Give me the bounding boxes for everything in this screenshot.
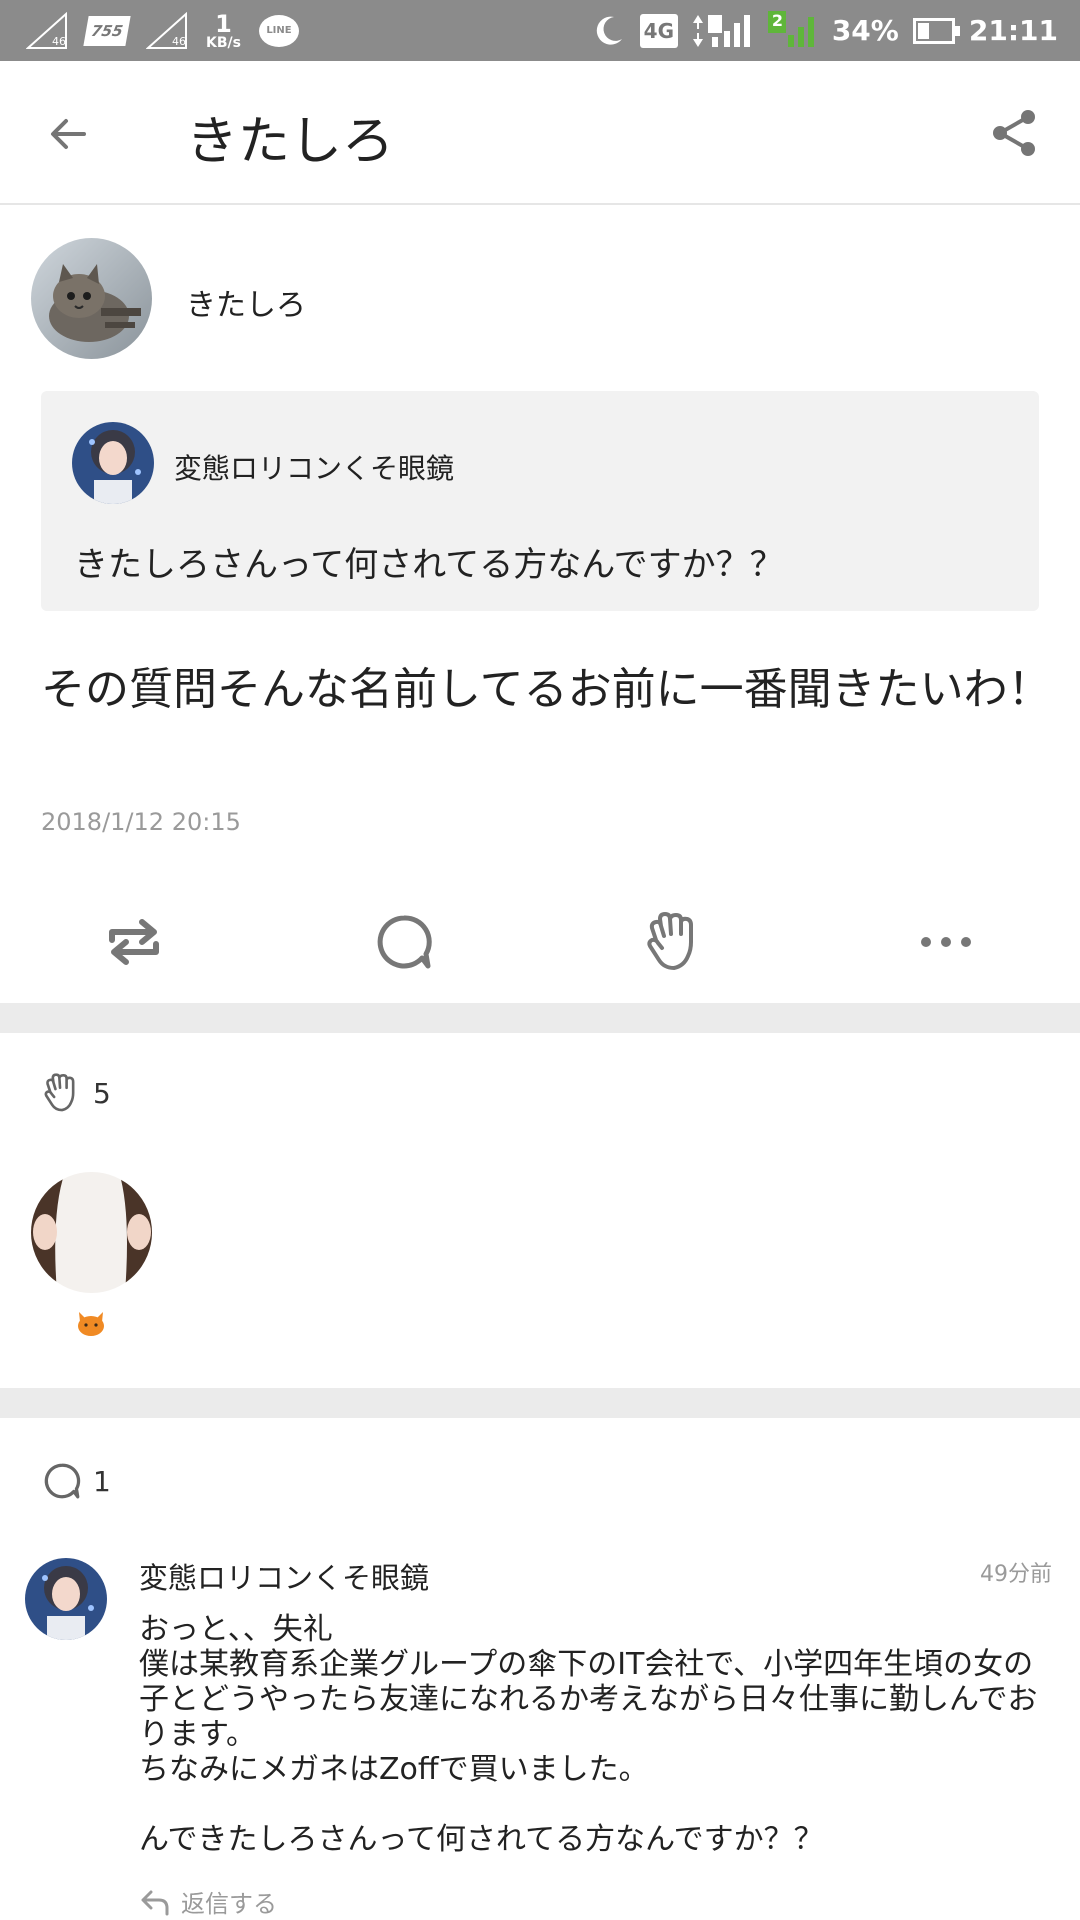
quoted-author-avatar[interactable] <box>72 422 154 504</box>
signal-label-2: 46 <box>172 34 186 48</box>
app-bar: きたしろ <box>0 61 1080 205</box>
reply-arrow-icon <box>141 1890 169 1915</box>
signal-label: 46 <box>52 34 66 48</box>
post-text: その質問そんな名前してるお前に一番聞きたいわ！ <box>41 664 1052 715</box>
commenter-name[interactable]: 変態ロリコンくそ眼鏡 <box>139 1555 429 1597</box>
post-actions <box>0 900 1080 980</box>
comment-icon <box>44 1463 81 1499</box>
cell-signal-icon <box>692 14 750 47</box>
sim2-signal-icon: 2 <box>766 10 818 51</box>
likes-summary[interactable]: 5 <box>41 1072 111 1114</box>
comment-body: おっと、、失礼 僕は某教育系企業グループの傘下のIT会社で、小学四年生頃の女の子… <box>139 1612 1038 1857</box>
cat-emoji-icon <box>78 1312 104 1336</box>
repost-icon[interactable] <box>102 910 166 974</box>
author-name[interactable]: きたしろ <box>186 280 306 324</box>
section-divider <box>0 1003 1080 1033</box>
post-date: 2018/1/12 20:15 <box>41 808 241 836</box>
liker-avatar[interactable] <box>31 1172 152 1293</box>
network-speed-unit: KB/s <box>206 34 241 51</box>
clock: 21:11 <box>968 14 1058 47</box>
battery-icon <box>912 17 960 44</box>
signal-icon-2: 46 <box>146 11 188 50</box>
more-icon[interactable] <box>914 910 978 974</box>
battery-percent: 34% <box>831 14 899 47</box>
reply-label: 返信する <box>181 1890 277 1918</box>
quoted-text: きたしろさんって何されてる方なんですか？？ <box>74 545 784 585</box>
signal-icon: 46 <box>26 11 68 50</box>
line-icon: LINE <box>258 14 299 47</box>
author-avatar[interactable] <box>31 238 152 359</box>
network-4g-icon: 4G <box>639 13 678 48</box>
clap-icon <box>44 1073 75 1112</box>
commenter-avatar[interactable] <box>25 1558 107 1640</box>
sim2-label: 2 <box>771 10 783 30</box>
comment-timestamp: 49分前 <box>980 1562 1052 1587</box>
network-speed-value: 1 <box>215 9 232 38</box>
likes-count: 5 <box>93 1076 111 1110</box>
reply-button[interactable]: 返信する <box>139 1884 277 1919</box>
comment-icon[interactable] <box>372 910 436 974</box>
quoted-author-name[interactable]: 変態ロリコンくそ眼鏡 <box>174 447 454 487</box>
app-notification-icon: 755 <box>83 15 131 46</box>
comments-count: 1 <box>93 1464 111 1498</box>
network-speed: 1 KB/s <box>206 12 241 50</box>
quoted-post[interactable]: 変態ロリコンくそ眼鏡 きたしろさんって何されてる方なんですか？？ <box>41 391 1039 611</box>
page-title: きたしろ <box>186 112 395 172</box>
status-bar: 46 755 46 1 KB/s LINE 4G 2 34% 21:11 <box>0 0 1080 61</box>
clap-icon[interactable] <box>642 910 706 974</box>
share-icon[interactable] <box>986 105 1042 161</box>
back-arrow-icon[interactable] <box>44 109 94 159</box>
section-divider <box>0 1388 1080 1418</box>
comments-summary[interactable]: 1 <box>41 1460 111 1502</box>
moon-icon <box>596 16 622 45</box>
